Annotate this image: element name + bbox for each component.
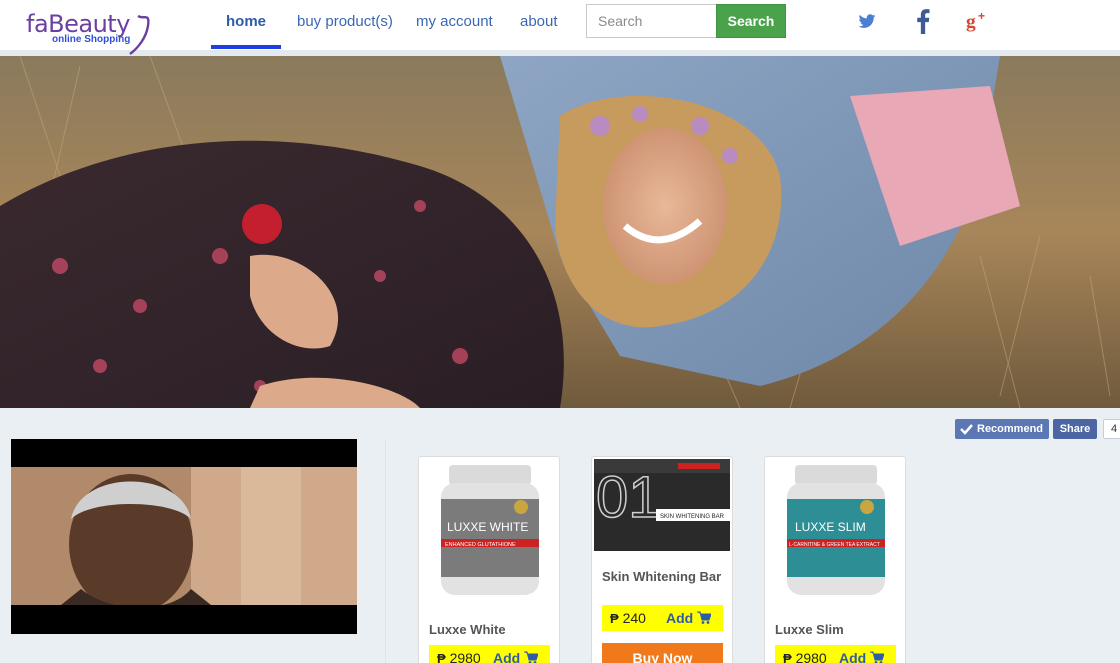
- google-plus-icon[interactable]: g +: [966, 8, 990, 39]
- product-card-luxxe-white[interactable]: LUXXE WHITE ENHANCED GLUTATHIONE Luxxe W…: [418, 456, 560, 663]
- add-to-cart-button[interactable]: Add: [839, 645, 866, 663]
- product-card-luxxe-slim[interactable]: LUXXE SLIM L-CARNITINE & GREEN TEA EXTRA…: [764, 456, 906, 663]
- fb-share-button[interactable]: Share: [1053, 419, 1097, 439]
- facebook-icon[interactable]: [916, 8, 930, 39]
- cart-icon[interactable]: [524, 651, 538, 663]
- product-card-skin-whitening-bar[interactable]: 01 SKIN WHITENING BAR Skin Whitening Bar…: [591, 456, 733, 663]
- product-price: 2980: [449, 650, 481, 663]
- content-divider: [385, 440, 386, 663]
- svg-text:+: +: [978, 9, 985, 23]
- nav-buy-products[interactable]: buy product(s): [297, 13, 393, 30]
- price-tag: ₱ 2980 Add: [775, 645, 896, 663]
- fb-share-count: 4: [1103, 419, 1120, 439]
- nav-about[interactable]: about: [520, 13, 558, 30]
- check-icon: [960, 424, 973, 435]
- price-tag: ₱ 2980 Add: [429, 645, 550, 663]
- header: [0, 0, 1120, 50]
- product-label: LUXXE WHITE: [447, 520, 528, 534]
- fb-recommend-button[interactable]: Recommend: [955, 419, 1049, 439]
- product-sublabel: L-CARNITINE & GREEN TEA EXTRACT: [789, 542, 880, 548]
- product-sublabel: ENHANCED GLUTATHIONE: [445, 542, 516, 548]
- product-name: Luxxe White: [429, 622, 506, 637]
- product-price: 240: [622, 610, 646, 626]
- add-to-cart-button[interactable]: Add: [493, 645, 520, 663]
- nav-home[interactable]: home: [226, 13, 266, 30]
- currency-symbol: ₱: [437, 651, 446, 663]
- product-price: 2980: [795, 650, 827, 663]
- hero-banner: [0, 56, 1120, 408]
- search-button[interactable]: Search: [716, 4, 786, 38]
- product-image[interactable]: LUXXE SLIM L-CARNITINE & GREEN TEA EXTRA…: [767, 459, 903, 597]
- product-label: LUXXE SLIM: [795, 520, 866, 534]
- hero-photo: [0, 56, 1120, 408]
- nav-my-account[interactable]: my account: [416, 13, 493, 30]
- fb-recommend-label: Recommend: [977, 423, 1044, 435]
- product-sublabel: SKIN WHITENING BAR: [660, 514, 725, 520]
- product-name: Luxxe Slim: [775, 622, 844, 637]
- twitter-icon[interactable]: [857, 8, 877, 39]
- buy-now-button[interactable]: Buy Now: [602, 643, 723, 663]
- product-label: 01: [596, 465, 661, 530]
- product-name: Skin Whitening Bar: [602, 569, 722, 584]
- product-image[interactable]: LUXXE WHITE ENHANCED GLUTATHIONE: [421, 459, 557, 597]
- currency-symbol: ₱: [783, 651, 792, 663]
- add-to-cart-button[interactable]: Add: [666, 605, 693, 631]
- svg-text:g: g: [966, 11, 976, 32]
- video-frame: [11, 439, 357, 634]
- nav-active-indicator: [211, 45, 281, 49]
- currency-symbol: ₱: [610, 611, 619, 626]
- product-image[interactable]: 01 SKIN WHITENING BAR: [594, 459, 730, 551]
- cart-icon[interactable]: [870, 651, 884, 663]
- brand-tagline: online Shopping: [52, 34, 131, 45]
- cart-icon[interactable]: [697, 611, 711, 624]
- search-input[interactable]: [586, 4, 717, 38]
- video-player[interactable]: [11, 439, 357, 634]
- price-tag: ₱ 240 Add: [602, 605, 723, 631]
- brand-logo[interactable]: faBeauty online Shopping: [26, 4, 156, 55]
